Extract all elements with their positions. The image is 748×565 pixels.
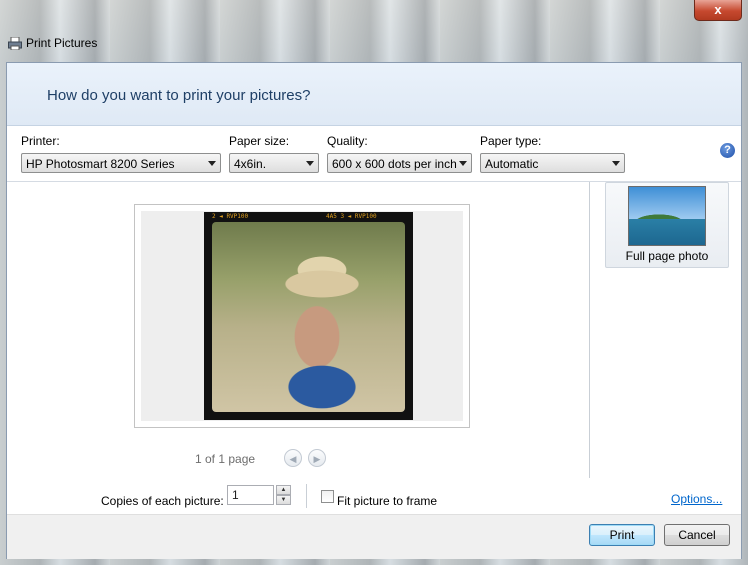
spin-up-button[interactable]: ▲	[276, 485, 291, 495]
divider	[306, 484, 307, 508]
fit-to-frame-checkbox[interactable]	[321, 490, 334, 503]
paper-type-select[interactable]: Automatic	[480, 153, 625, 173]
layout-full-page-photo[interactable]: Full page photo	[605, 182, 729, 268]
print-button[interactable]: Print	[589, 524, 655, 546]
printer-icon	[8, 37, 22, 50]
printer-value: HP Photosmart 8200 Series	[26, 157, 175, 171]
paper-type-label: Paper type:	[480, 134, 542, 148]
quality-select[interactable]: 600 x 600 dots per inch	[327, 153, 472, 173]
paper-printable-area: 2 ◄ RVP100 4A5 3 ◄ RVP100	[141, 211, 463, 421]
close-button[interactable]: x	[694, 0, 742, 21]
next-page-button[interactable]: ▶	[308, 449, 326, 467]
spin-down-button[interactable]: ▼	[276, 495, 291, 505]
divider	[589, 182, 590, 478]
paper-type-value: Automatic	[485, 157, 539, 171]
paper-size-label: Paper size:	[229, 134, 290, 148]
chevron-down-icon	[306, 161, 314, 166]
photo-image	[212, 222, 405, 412]
options-link[interactable]: Options...	[671, 492, 722, 506]
paper-size-select[interactable]: 4x6in.	[229, 153, 319, 173]
quality-label: Quality:	[327, 134, 368, 148]
fit-to-frame-label: Fit picture to frame	[337, 494, 438, 508]
printer-select[interactable]: HP Photosmart 8200 Series	[21, 153, 221, 173]
dialog-body: How do you want to print your pictures? …	[6, 62, 742, 559]
paper-size-value: 4x6in.	[234, 157, 267, 171]
film-edge-text: 4A5 3 ◄ RVP100	[326, 213, 377, 220]
layout-thumbnail	[628, 186, 706, 246]
layout-label: Full page photo	[625, 249, 709, 263]
page-title: How do you want to print your pictures?	[47, 87, 311, 104]
help-icon[interactable]: ?	[720, 143, 735, 158]
copies-input[interactable]: 1	[227, 485, 274, 505]
previous-page-button[interactable]: ◀	[284, 449, 302, 467]
printer-label: Printer:	[21, 134, 60, 148]
print-pictures-window: Print Pictures x How do you want to prin…	[0, 0, 748, 565]
chevron-down-icon	[612, 161, 620, 166]
cancel-button[interactable]: Cancel	[664, 524, 730, 546]
window-title: Print Pictures	[26, 36, 98, 50]
copies-label: Copies of each picture:	[101, 494, 224, 508]
quality-value: 600 x 600 dots per inch	[332, 157, 457, 171]
chevron-down-icon	[208, 161, 216, 166]
film-edge-text: 2 ◄ RVP100	[212, 213, 249, 220]
page-count: 1 of 1 page	[195, 452, 256, 466]
paper-preview: 2 ◄ RVP100 4A5 3 ◄ RVP100	[134, 204, 470, 428]
chevron-down-icon	[459, 161, 467, 166]
photo-preview: 2 ◄ RVP100 4A5 3 ◄ RVP100	[204, 212, 413, 420]
header-band: How do you want to print your pictures?	[7, 63, 741, 126]
title-bar[interactable]: Print Pictures x	[0, 0, 748, 62]
